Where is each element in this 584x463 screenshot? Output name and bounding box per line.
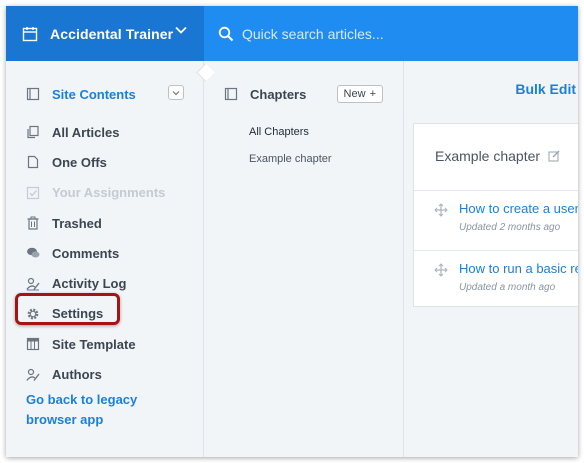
sidebar-item-label: Your Assignments xyxy=(52,185,166,201)
sidebar-item-all-articles[interactable]: All Articles xyxy=(6,117,204,147)
article-meta: Updated a month ago xyxy=(459,282,556,293)
sidebar-item-label: Site Template xyxy=(52,336,136,352)
app-window: Accidental Trainer Site Contents xyxy=(6,6,578,457)
sidebar-item-label: Authors xyxy=(52,367,102,383)
document-icon xyxy=(26,155,40,169)
sidebar-item-label: One Offs xyxy=(52,154,107,170)
sidebar-item-label: All Articles xyxy=(52,124,120,140)
sidebar-item-site-template[interactable]: Site Template xyxy=(6,329,204,359)
legacy-browser-link[interactable]: Go back to legacy browser app xyxy=(26,390,191,430)
chapter-card-header: Example chapter xyxy=(435,148,560,164)
article-title[interactable]: How to create a user xyxy=(459,201,578,216)
chapter-title: Example chapter xyxy=(435,148,541,164)
bulk-edit-button[interactable]: Bulk Edit xyxy=(515,81,576,97)
sidebar: Site Contents All Articles One Offs Your… xyxy=(6,61,204,457)
chapter-item-example[interactable]: Example chapter xyxy=(249,153,332,165)
sidebar-item-settings[interactable]: Settings xyxy=(6,299,204,329)
article-meta: Updated 2 months ago xyxy=(459,222,561,233)
new-chapter-button[interactable]: New + xyxy=(336,85,383,103)
edit-icon[interactable] xyxy=(548,150,560,162)
sidebar-item-label: Settings xyxy=(52,306,104,322)
search-icon xyxy=(218,26,234,42)
chapter-item-all[interactable]: All Chapters xyxy=(249,126,309,138)
sidebar-item-authors[interactable]: Authors xyxy=(6,359,204,389)
collapse-toggle-button[interactable] xyxy=(168,85,184,100)
sidebar-item-label: Trashed xyxy=(52,215,102,231)
sidebar-header: Site Contents xyxy=(26,81,184,107)
sidebar-item-your-assignments: Your Assignments xyxy=(6,178,204,208)
site-name: Accidental Trainer xyxy=(50,25,174,42)
main-content: Bulk Edit Example chapter How to create … xyxy=(404,61,578,457)
sidebar-item-trashed[interactable]: Trashed xyxy=(6,208,204,238)
sidebar-item-comments[interactable]: Comments xyxy=(6,238,204,268)
article-row[interactable]: How to run a basic re Updated a month ag… xyxy=(414,251,578,309)
sidebar-item-label: Activity Log xyxy=(52,276,127,292)
sidebar-item-activity-log[interactable]: Activity Log xyxy=(6,268,204,298)
article-title[interactable]: How to run a basic re xyxy=(459,261,578,276)
trash-icon xyxy=(26,216,40,230)
sidebar-item-label: Comments xyxy=(52,245,120,261)
plus-icon: + xyxy=(369,88,376,100)
book-icon xyxy=(224,87,238,101)
author-icon xyxy=(26,368,40,382)
comments-icon xyxy=(26,246,40,260)
drag-handle-icon[interactable] xyxy=(434,203,448,217)
sidebar-nav: All Articles One Offs Your Assignments T… xyxy=(6,117,204,390)
site-switcher[interactable]: Accidental Trainer xyxy=(6,6,204,61)
checkbox-icon xyxy=(26,186,40,200)
chevron-down-icon[interactable] xyxy=(174,23,188,37)
calendar-icon xyxy=(22,26,38,42)
article-row[interactable]: How to create a user Updated 2 months ag… xyxy=(414,191,578,249)
chapters-panel: Chapters New + All Chapters Example chap… xyxy=(204,61,404,457)
sidebar-title: Site Contents xyxy=(52,86,136,102)
drag-handle-icon[interactable] xyxy=(434,263,448,277)
gear-icon xyxy=(26,307,40,321)
search-input[interactable] xyxy=(242,25,542,42)
chapter-card: Example chapter How to create a user Upd… xyxy=(413,123,578,307)
edit-user-icon xyxy=(26,277,40,291)
chapters-title: Chapters xyxy=(250,86,307,102)
new-button-label: New xyxy=(343,88,366,100)
book-icon xyxy=(26,87,40,101)
search-bar xyxy=(204,6,578,61)
sidebar-item-one-offs[interactable]: One Offs xyxy=(6,147,204,177)
template-icon xyxy=(26,337,40,351)
copy-icon xyxy=(26,125,40,139)
chapters-header: Chapters New + xyxy=(224,81,383,107)
